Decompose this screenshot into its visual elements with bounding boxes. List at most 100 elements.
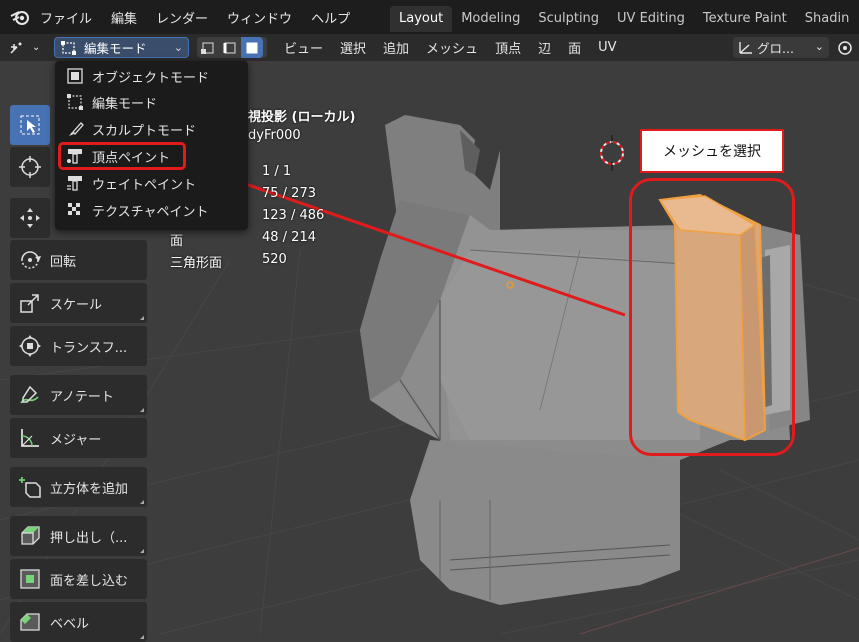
tab-texture-paint[interactable]: Texture Paint (694, 6, 796, 32)
submenu-indicator (140, 316, 144, 320)
face-select-button[interactable] (241, 37, 263, 58)
viewport-menu: ビュー 選択 追加 メッシュ 頂点 辺 面 UV (284, 34, 617, 61)
tool-label: メジャー (50, 432, 102, 448)
chevron-down-icon: ⌄ (173, 41, 183, 54)
menu-item-label: ウェイトペイント (92, 177, 197, 193)
tool-label: スケール (50, 297, 103, 313)
menu-face[interactable]: 面 (568, 38, 581, 57)
tool-rotate[interactable]: 回転 (10, 240, 147, 280)
measure-icon (21, 429, 39, 447)
tool-bevel[interactable]: ベベル (10, 602, 147, 642)
menu-mesh[interactable]: メッシュ (426, 38, 478, 57)
tool-measure[interactable]: メジャー (10, 418, 147, 458)
select-box-icon (20, 115, 40, 135)
menu-item-label: 編集モード (92, 96, 158, 112)
tool-label: トランスフ... (50, 340, 128, 356)
tool-label: 押し出し（... (50, 530, 128, 546)
edit-mode-icon (67, 94, 83, 110)
stat-faces-label: 面 (170, 234, 184, 249)
tool-select-box[interactable] (10, 105, 50, 145)
menu-window[interactable]: ウィンドウ (227, 8, 292, 27)
viewport-header: ⌄ 編集モード ⌄ ビュー 選択 追加 メッシュ 頂点 辺 面 UV グロ... (0, 34, 859, 61)
tool-scale[interactable]: スケール (10, 283, 147, 323)
3d-cursor-icon (600, 135, 624, 171)
chevron-down-icon: ⌄ (32, 42, 41, 53)
mode-selector[interactable]: 編集モード ⌄ (54, 37, 189, 58)
edge-select-icon (223, 42, 236, 53)
menu-select[interactable]: 選択 (340, 38, 366, 57)
menu-edit[interactable]: 編集 (111, 8, 137, 27)
select-mode-group (197, 37, 267, 58)
menu-item-sculpt-mode[interactable]: スカルプトモード (61, 117, 243, 141)
menu-item-object-mode[interactable]: オブジェクトモード (61, 64, 243, 88)
blender-logo-icon[interactable] (10, 8, 30, 26)
selection-highlight-ring (629, 178, 795, 456)
menu-edge[interactable]: 辺 (538, 38, 551, 57)
orientation-icon (739, 42, 752, 54)
tool-move[interactable] (10, 198, 50, 238)
rotate-icon (21, 251, 41, 269)
menu-uv[interactable]: UV (598, 40, 616, 55)
move-icon (20, 208, 40, 228)
callout-label: メッシュを選択 (640, 129, 784, 173)
tool-add-cube[interactable]: 立方体を追加 (10, 467, 147, 507)
menu-item-texture-paint[interactable]: テクスチャペイント (61, 198, 243, 222)
editor-type-icon (10, 42, 22, 54)
edge-select-button[interactable] (219, 37, 241, 58)
menu-item-edit-mode[interactable]: 編集モード (61, 90, 243, 114)
menu-add[interactable]: 追加 (383, 38, 409, 57)
tool-inset[interactable]: 面を差し込む (10, 559, 147, 599)
tab-layout[interactable]: Layout (390, 6, 453, 32)
transform-orientation-selector[interactable]: グロ... ⌄ (733, 37, 829, 58)
view-name: 視投影 (ローカル) (248, 110, 356, 125)
tab-shading[interactable]: Shadin (796, 6, 859, 32)
menu-item-label: オブジェクトモード (92, 70, 210, 86)
object-mode-icon (67, 68, 83, 84)
sculpt-brush-icon (69, 122, 84, 136)
mode-label: 編集モード (84, 41, 147, 56)
menu-item-label: テクスチャペイント (92, 204, 209, 220)
cursor-icon (19, 156, 41, 178)
tool-annotate[interactable]: アノテート (10, 375, 147, 415)
stat-faces: 48 / 214 (262, 230, 316, 245)
tool-label: 回転 (50, 254, 77, 270)
tab-uv-editing[interactable]: UV Editing (608, 6, 694, 32)
main-menu: ファイル 編集 レンダー ウィンドウ ヘルプ (40, 0, 350, 34)
tool-label: ベベル (50, 616, 90, 632)
inset-icon (20, 569, 40, 589)
menu-view[interactable]: ビュー (284, 38, 323, 57)
menu-vertex[interactable]: 頂点 (495, 38, 521, 57)
transform-icon (19, 335, 41, 357)
workspace-tabs: Layout Modeling Sculpting UV Editing Tex… (390, 6, 858, 32)
stat-vertices: 75 / 273 (262, 186, 316, 201)
tool-label: 面を差し込む (50, 573, 129, 589)
menu-help[interactable]: ヘルプ (311, 8, 350, 27)
tool-label: 立方体を追加 (50, 481, 129, 497)
vertex-select-icon (201, 42, 214, 54)
tab-sculpting[interactable]: Sculpting (529, 6, 608, 32)
stat-objects: 1 / 1 (262, 164, 292, 179)
tool-transform[interactable]: トランスフ... (10, 326, 147, 366)
tool-label: アノテート (50, 389, 114, 405)
add-cube-icon (19, 477, 41, 498)
menu-file[interactable]: ファイル (40, 8, 92, 27)
menu-item-weight-paint[interactable]: ウェイトペイント (61, 171, 243, 195)
link-icon (838, 40, 852, 55)
stat-edges: 123 / 486 (262, 208, 325, 223)
tool-cursor[interactable] (10, 147, 50, 187)
editor-type-button[interactable]: ⌄ (8, 37, 48, 58)
tab-modeling[interactable]: Modeling (452, 6, 529, 32)
menu-item-label: スカルプトモード (92, 123, 197, 139)
vertex-select-button[interactable] (197, 37, 219, 58)
extrude-icon (21, 526, 40, 545)
tool-extrude[interactable]: 押し出し（... (10, 516, 147, 556)
pivot-button[interactable] (836, 37, 859, 58)
chevron-down-icon: ⌄ (814, 40, 824, 53)
menu-render[interactable]: レンダー (156, 8, 208, 27)
submenu-indicator (140, 500, 144, 504)
orientation-label: グロ... (757, 41, 794, 56)
stat-triangles-label: 三角形面 (170, 256, 223, 271)
submenu-indicator (140, 635, 144, 639)
weight-paint-icon (67, 176, 82, 191)
annotate-icon (20, 385, 39, 404)
